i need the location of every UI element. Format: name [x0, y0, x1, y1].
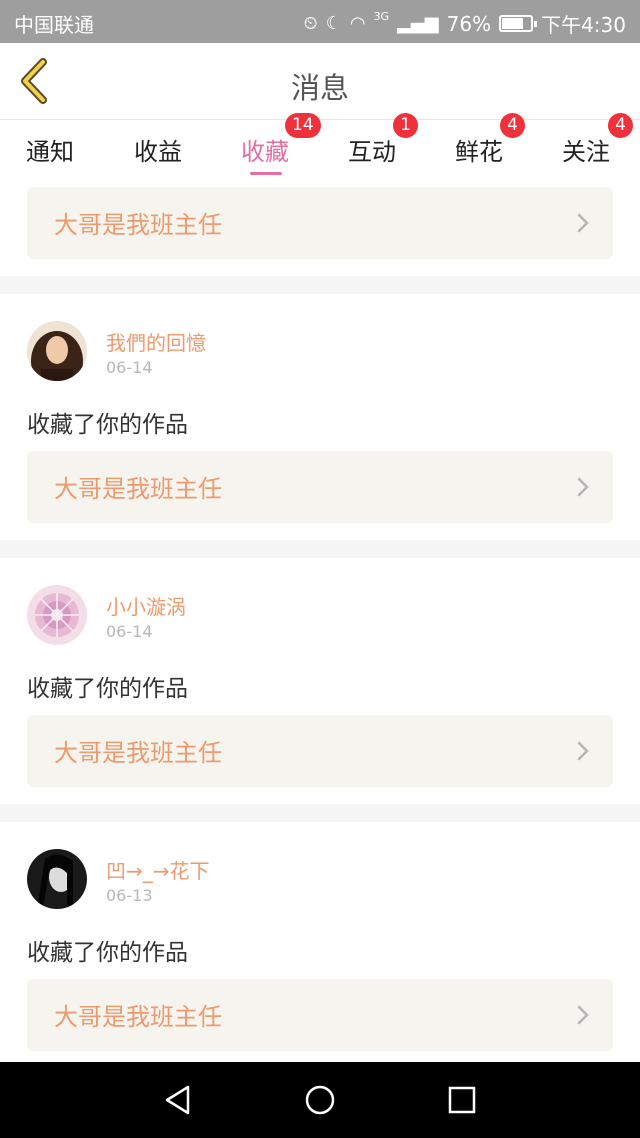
badge-interactions: 1 [393, 113, 418, 138]
section-divider [0, 276, 640, 294]
page-title: 消息 [290, 71, 349, 105]
clock: 下午4:30 [541, 13, 626, 37]
recents-square-icon[interactable] [444, 1082, 480, 1118]
home-circle-icon[interactable] [302, 1082, 338, 1118]
badge-following: 4 [608, 113, 633, 138]
battery-level [502, 18, 524, 29]
work-title: 大哥是我班主任 [54, 475, 222, 503]
battery-percent: 76% [446, 11, 492, 36]
message-list: 大哥是我班主任 我們的回憶 06-14 收藏了你的作品 大哥是我班主任 小小漩涡… [0, 180, 640, 1062]
work-title: 大哥是我班主任 [54, 739, 222, 767]
status-bar: 中国联通 ⏲ ☾ ◠ 3G ▂▄▆ 76% 下午4:30 [0, 0, 640, 43]
chevron-right-icon [577, 477, 589, 497]
status-icons: ⏲ ☾ ◠ 3G ▂▄▆ 76% 下午4:30 [304, 9, 626, 38]
chevron-right-icon [577, 1005, 589, 1025]
avatar[interactable] [27, 849, 87, 909]
back-triangle-icon[interactable] [160, 1082, 196, 1118]
moon-icon: ☾ [325, 13, 342, 34]
timestamp: 06-13 [106, 886, 153, 905]
signal-icon: ▂▄▆ [397, 13, 439, 34]
timestamp: 06-14 [106, 358, 153, 377]
work-card[interactable]: 大哥是我班主任 [27, 187, 613, 259]
tab-flowers[interactable]: 鲜花 [455, 132, 503, 167]
section-divider [0, 804, 640, 822]
nav-bar: 消息 [0, 43, 640, 120]
timestamp: 06-14 [106, 622, 153, 641]
work-card[interactable]: 大哥是我班主任 [27, 715, 613, 787]
carrier-label: 中国联通 [14, 13, 94, 37]
tab-notifications[interactable]: 通知 [26, 132, 74, 167]
message-text: 收藏了你的作品 [27, 412, 188, 438]
work-card[interactable]: 大哥是我班主任 [27, 451, 613, 523]
username[interactable]: 凹→_→花下 [106, 855, 210, 884]
alarm-icon: ⏲ [303, 13, 318, 34]
section-divider [0, 540, 640, 558]
chevron-right-icon [577, 213, 589, 233]
battery-icon [499, 15, 538, 32]
active-tab-indicator [250, 172, 282, 175]
avatar[interactable] [27, 585, 87, 645]
network-type: 3G [373, 10, 390, 23]
username[interactable]: 小小漩涡 [106, 591, 186, 620]
user-avatar-image [27, 849, 87, 909]
badge-flowers: 4 [500, 113, 525, 138]
tab-interactions[interactable]: 互动 [348, 132, 396, 167]
tab-earnings[interactable]: 收益 [134, 132, 182, 167]
user-avatar-image [27, 321, 87, 381]
username[interactable]: 我們的回憶 [106, 327, 206, 356]
message-text: 收藏了你的作品 [27, 676, 188, 702]
avatar[interactable] [27, 321, 87, 381]
message-text: 收藏了你的作品 [27, 940, 188, 966]
tab-following[interactable]: 关注 [562, 132, 610, 167]
chevron-right-icon [577, 741, 589, 761]
wifi-icon: ◠ [349, 13, 366, 34]
work-title: 大哥是我班主任 [54, 1003, 222, 1031]
work-title: 大哥是我班主任 [54, 211, 222, 239]
badge-favorites: 14 [285, 113, 321, 138]
system-nav-bar [0, 1062, 640, 1138]
tab-favorites[interactable]: 收藏 [241, 132, 289, 167]
work-card[interactable]: 大哥是我班主任 [27, 979, 613, 1051]
user-avatar-image [27, 585, 87, 645]
